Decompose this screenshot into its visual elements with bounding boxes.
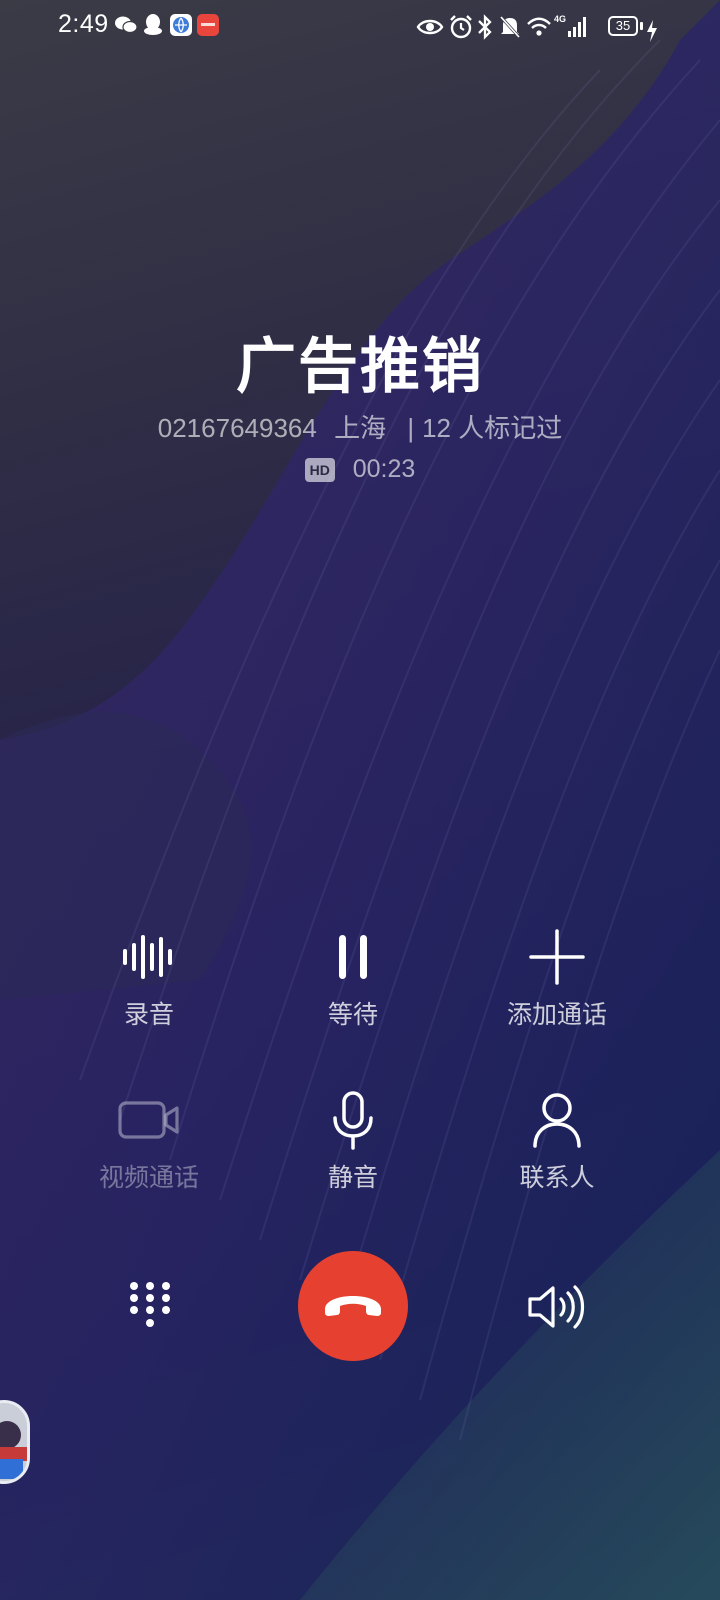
- add-call-button[interactable]: 添加通话: [457, 925, 657, 1031]
- battery-nub: [640, 22, 643, 30]
- eye-comfort-icon: [416, 19, 444, 35]
- wifi-icon: [527, 17, 551, 36]
- network-type-label: 4G: [554, 14, 566, 24]
- record-label: 录音: [123, 1000, 174, 1029]
- qq-icon: [144, 14, 162, 35]
- caller-details: 02167649364 上海 | 12 人标记过: [0, 408, 720, 445]
- status-time: 2:49: [58, 10, 109, 38]
- pause-icon: [339, 935, 367, 979]
- caller-number: 02167649364: [157, 413, 317, 443]
- video-call-button[interactable]: 视频通话: [49, 1088, 249, 1194]
- huawei-app-icon: [197, 14, 219, 36]
- mute-button[interactable]: 静音: [253, 1088, 453, 1194]
- speaker-icon[interactable]: [524, 1282, 588, 1332]
- avatar-icon: [0, 1421, 27, 1479]
- video-camera-icon: [118, 1101, 179, 1139]
- contacts-label: 联系人: [519, 1163, 595, 1192]
- status-bar: 2:49 4G 35: [0, 0, 720, 54]
- divider: |: [407, 413, 415, 443]
- microphone-icon: [333, 1091, 373, 1150]
- battery-indicator: 35: [608, 16, 638, 36]
- alarm-icon: [450, 15, 472, 39]
- mute-label: 静音: [327, 1163, 378, 1192]
- dialpad-icon[interactable]: [124, 1280, 176, 1334]
- video-call-label: 视频通话: [98, 1163, 199, 1192]
- contacts-button[interactable]: 联系人: [457, 1088, 657, 1194]
- call-status: HD 00:23: [0, 455, 720, 484]
- signal-4g-icon: 4G: [554, 14, 586, 37]
- hd-badge: HD: [304, 457, 335, 482]
- hang-up-icon: [325, 1296, 381, 1316]
- browser-icon: [170, 14, 192, 36]
- caller-name: 广告推销: [236, 332, 484, 402]
- mute-icon: [499, 15, 521, 39]
- plus-icon: [529, 929, 585, 985]
- caller-location: 上海: [334, 413, 387, 443]
- charging-icon: [647, 20, 657, 42]
- caller-tag-info: 12 人标记过: [422, 413, 563, 443]
- call-duration: 00:23: [352, 455, 416, 483]
- person-icon: [533, 1093, 581, 1148]
- end-call-button[interactable]: [298, 1251, 408, 1361]
- hold-button[interactable]: 等待: [253, 925, 453, 1031]
- record-button[interactable]: 录音: [49, 925, 249, 1031]
- wechat-icon: [115, 16, 138, 34]
- floating-assistant-avatar[interactable]: [0, 1400, 30, 1484]
- hold-label: 等待: [327, 1000, 378, 1029]
- add-call-label: 添加通话: [506, 1000, 607, 1029]
- bluetooth-icon: [478, 14, 492, 40]
- record-icon: [123, 935, 172, 979]
